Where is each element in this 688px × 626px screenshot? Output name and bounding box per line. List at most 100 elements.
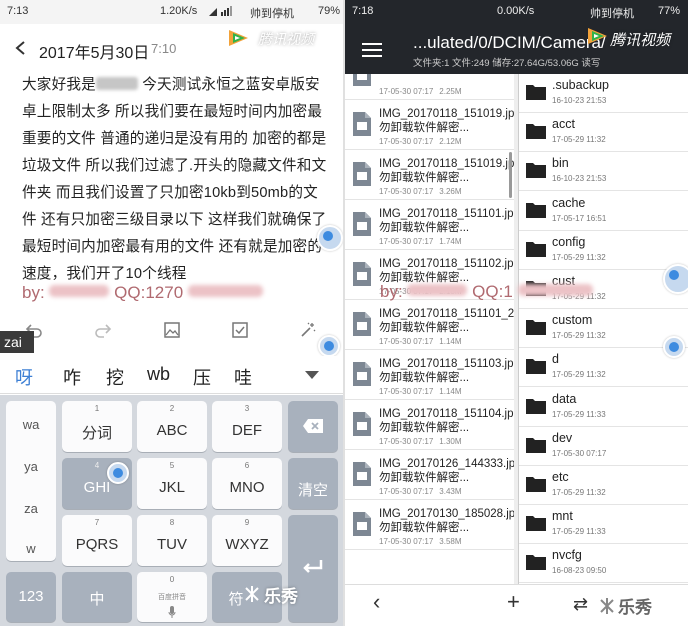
file-row[interactable]: IMG_20170118_151103.jpg.勿卸载软件解密... 17-05-… [345,352,517,400]
directory-row[interactable]: d 17-05-29 11:32 [519,348,688,388]
directory-date: 16-10-23 21:53 [552,96,607,105]
file-row[interactable]: IMG_20170118_151019.jpg.勿卸载软件解密... 17-05-… [345,152,517,200]
file-name: IMG_20170126_144333.jpg.勿卸载软件解密... [379,458,517,484]
key-2[interactable]: 2 ABC [137,401,207,452]
file-list-pane[interactable]: 7.jpg.勿卸载软件解密...17-05-30 07:172.25MIMG_2… [345,74,517,584]
file-row[interactable]: IMG_20170118_151101.jpg.勿卸载软件解密... 17-05-… [345,202,517,250]
candidate-2[interactable]: 咋 [63,364,81,390]
directory-row[interactable]: cache 17-05-17 16:51 [519,192,688,231]
directory-date: 17-05-17 16:51 [552,213,607,223]
directory-row[interactable]: acct 17-05-29 11:32 [519,113,688,153]
image-file-icon [353,362,371,386]
candidate-1[interactable]: 呀 [15,364,33,390]
floating-ball-icon[interactable] [318,335,340,357]
directory-date: 17-05-30 07:17 [552,448,607,458]
directory-row[interactable]: data 17-05-29 11:33 [519,388,688,427]
file-row[interactable]: IMG_20170130_185028.jpg.勿卸载软件解密... 17-05-… [345,502,517,550]
directory-name: d [552,352,559,367]
signature-prefix: by: [22,283,45,302]
insert-image-icon[interactable] [163,321,181,339]
file-name: IMG_20170118_151019.jpg.勿卸载软件解密... [379,108,517,134]
pinyin-choice[interactable]: wa [6,417,56,432]
file-row[interactable]: IMG_20170126_144333.jpg.勿卸载软件解密... 17-05-… [345,452,517,500]
back-nav-icon[interactable]: ‹ [373,589,380,615]
redo-icon[interactable] [94,321,112,339]
checklist-icon[interactable] [231,321,249,339]
candidate-6[interactable]: 哇 [234,364,252,390]
magic-wand-icon[interactable] [299,321,317,339]
note-signature: by: QQ:1270 [22,283,263,303]
pinyin-choices-column[interactable]: wa ya za w [6,401,56,561]
status-battery: 77% [658,5,681,17]
add-icon[interactable]: + [507,589,520,615]
directory-date: 17-05-29 11:32 [552,331,606,341]
file-meta: 17-05-30 07:17 3.26M [379,187,462,196]
key-1[interactable]: 1 分词 [62,401,132,452]
file-row[interactable]: IMG_20170118_151019.jpg.勿卸载软件解密... 17-05-… [345,102,517,150]
floating-ball-icon[interactable] [663,336,685,358]
numeric-label: 123 [18,588,44,605]
key-5[interactable]: 5 JKL [137,458,207,509]
pinyin-choice[interactable]: za [6,501,56,516]
key-label: MNO [229,479,265,496]
file-row[interactable]: IMG_20170118_151104.jpg.勿卸载软件解密... 17-05-… [345,402,517,450]
pinyin-choice[interactable]: ya [6,459,56,474]
image-file-icon [353,512,371,536]
directory-row[interactable]: etc 17-05-29 11:32 [519,466,688,505]
enter-icon [303,560,323,573]
file-date: 17-05-30 07:17 [379,337,434,346]
key-6[interactable]: 6 MNO [212,458,282,509]
key-number: 5 [169,461,175,470]
hamburger-menu-icon[interactable] [362,43,382,57]
expand-candidates-icon[interactable] [305,371,319,379]
key-number: 1 [94,404,100,413]
file-meta: 17-05-30 07:17 1.14M [379,387,462,396]
key-label: DEF [232,422,262,439]
file-date: 17-05-30 07:17 [379,537,434,546]
floating-ball-icon[interactable] [663,264,688,294]
lang-switch-key[interactable]: 中 [62,572,132,622]
directory-date: 17-05-29 11:32 [552,252,606,262]
scrollbar-thumb[interactable] [509,152,512,198]
key-number: 0 [169,575,175,584]
floating-ball-icon[interactable] [317,225,343,251]
directory-row[interactable]: nvcfg 16-08-23 09:50 [519,544,688,584]
directory-row[interactable]: bin 16-10-23 21:53 [519,152,688,192]
image-file-icon [353,412,371,436]
candidate-3[interactable]: 挖 [106,364,124,390]
clear-key[interactable]: 清空 [288,458,338,509]
directory-row[interactable]: mnt 17-05-29 11:33 [519,505,688,545]
lexiu-brand: 乐秀 [264,587,298,606]
directory-row[interactable]: dev 17-05-30 07:17 [519,427,688,466]
candidate-bar: 呀 咋 挖 wb 压 哇 [0,356,343,394]
directory-name: custom [552,313,593,328]
numeric-key[interactable]: 123 [6,572,56,622]
directory-date: 17-05-29 11:33 [552,409,606,419]
image-file-icon [353,212,371,236]
key-7[interactable]: 7 PQRS [62,515,132,566]
swap-panes-icon[interactable]: ⇄ [573,594,588,615]
key-8[interactable]: 8 TUV [137,515,207,566]
directory-list-pane[interactable]: .subackup 16-10-23 21:53 acct 17-05-29 11:3… [518,74,688,584]
candidate-5[interactable]: 压 [193,364,211,390]
directory-row[interactable]: .subackup 16-10-23 21:53 [519,74,688,113]
note-text-area[interactable]: 大家好我是 今天测试永恒之蓝安卓版安卓上限制太多 所以我们要在最短时间内加密最重… [22,72,327,288]
file-name: IMG_20170118_151101_2.jpg.勿卸载软件解密... [379,308,517,334]
file-date: 17-05-30 07:17 [379,187,434,196]
candidate-4[interactable]: wb [147,364,170,385]
directory-name: data [552,391,577,406]
key-9[interactable]: 9 WXYZ [212,515,282,566]
file-meta: 17-05-30 07:17 1.30M [379,437,462,446]
key-3[interactable]: 3 DEF [212,401,282,452]
back-arrow-icon[interactable] [14,40,28,56]
image-file-icon [353,462,371,486]
pinyin-choice[interactable]: w [6,541,56,556]
file-size: 1.14M [439,337,462,346]
file-row[interactable]: 7.jpg.勿卸载软件解密...17-05-30 07:172.25M [345,74,517,100]
backspace-key[interactable] [288,401,338,452]
file-row[interactable]: IMG_20170118_151101_2.jpg.勿卸载软件解密... 17-0… [345,302,517,350]
pinyin-composition: zai [0,331,34,353]
key-number: 6 [244,461,250,470]
directory-row[interactable]: config 17-05-29 11:32 [519,231,688,270]
signature-qq: QQ:1270 [114,283,184,302]
